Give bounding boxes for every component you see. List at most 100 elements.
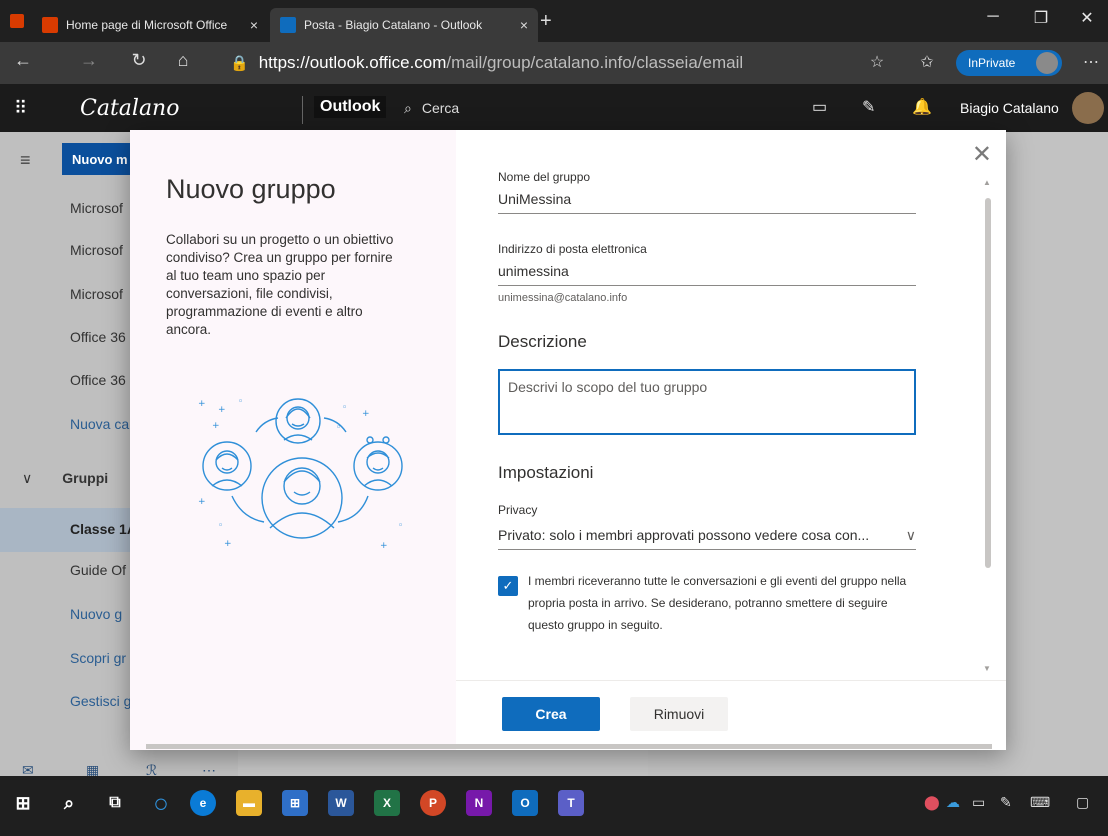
tab-close-icon[interactable]: ×: [520, 17, 528, 33]
chevron-down-icon: ∨: [905, 527, 916, 543]
user-avatar[interactable]: [1072, 92, 1104, 124]
inprivate-badge[interactable]: InPrivate: [956, 50, 1062, 76]
horizontal-scrollbar[interactable]: [146, 744, 992, 749]
bell-icon[interactable]: 🔔: [912, 97, 932, 117]
search-placeholder: Cerca: [421, 100, 460, 116]
search-icon[interactable]: ⌕: [56, 790, 82, 816]
org-logo: Catalano: [80, 96, 180, 121]
task-view-icon[interactable]: ⧉: [102, 790, 128, 816]
dialog-description: Collabori su un progetto o un obiettivo …: [166, 232, 394, 337]
follow-setting: ✓ I membri riceveranno tutte le conversa…: [498, 570, 916, 636]
new-group-link[interactable]: Nuovo g: [70, 606, 122, 622]
group-name-label: Nome del gruppo: [498, 170, 591, 184]
remove-button[interactable]: Rimuovi: [630, 697, 728, 731]
powerpoint-icon[interactable]: P: [420, 790, 446, 816]
close-window-button[interactable]: ✕: [1064, 8, 1108, 28]
close-dialog-icon[interactable]: ✕: [972, 140, 992, 169]
new-category-link[interactable]: Nuova ca: [70, 416, 129, 432]
folder-item[interactable]: Microsof: [70, 200, 123, 216]
follow-checkbox[interactable]: ✓: [498, 576, 518, 596]
svg-text:+: +: [212, 421, 220, 431]
office-tab-icon: [42, 17, 58, 33]
settings-heading: Impostazioni: [498, 463, 594, 482]
app-launcher-icon[interactable]: ⠿: [14, 98, 27, 119]
hamburger-icon[interactable]: ≡: [20, 150, 31, 171]
url-host: https://outlook.office.com: [258, 53, 447, 72]
notifications-icon[interactable]: ▢: [1076, 794, 1089, 811]
new-tab-button[interactable]: +: [540, 10, 552, 33]
onedrive-tray-icon[interactable]: ☁: [946, 794, 960, 811]
url-path: /mail/group/catalano.info/classeia/email: [446, 53, 744, 72]
scroll-up-arrow[interactable]: ▲: [983, 178, 991, 187]
file-explorer-icon[interactable]: ▬: [236, 790, 262, 816]
tab-label: Home page di Microsoft Office: [66, 18, 228, 32]
cortana-icon[interactable]: ○: [148, 788, 174, 818]
network-tray-icon[interactable]: ▭: [972, 794, 985, 811]
product-name[interactable]: Outlook: [314, 96, 387, 118]
scroll-down-arrow[interactable]: ▼: [983, 664, 991, 673]
module-switcher: ✉ ▦ ℛ ⋯: [0, 746, 238, 778]
refresh-button[interactable]: ↻: [124, 50, 154, 71]
keyboard-tray-icon[interactable]: ⌨: [1030, 794, 1050, 811]
teams-chat-icon[interactable]: ▭: [812, 97, 827, 117]
teams-icon[interactable]: T: [558, 790, 584, 816]
outlook-icon[interactable]: O: [512, 790, 538, 816]
svg-text:+: +: [218, 405, 226, 415]
favorites-icon[interactable]: ✩: [912, 52, 942, 72]
excel-icon[interactable]: X: [374, 790, 400, 816]
edge-icon[interactable]: e: [190, 790, 216, 816]
email-hint: unimessina@catalano.info: [498, 292, 628, 304]
dialog-title: Nuovo gruppo: [166, 174, 336, 204]
folder-item[interactable]: Microsof: [70, 242, 123, 258]
home-button[interactable]: ⌂: [168, 50, 198, 71]
forward-button[interactable]: →: [74, 50, 104, 71]
svg-text:◦: ◦: [336, 423, 341, 433]
search-icon: ⌕: [404, 99, 412, 116]
minimize-button[interactable]: ─: [970, 8, 1016, 26]
search-box[interactable]: ⌕ Cerca: [404, 92, 794, 124]
url-field[interactable]: 🔒 https://outlook.office.com/mail/group/c…: [230, 53, 743, 73]
group-item[interactable]: Guide Of: [70, 562, 126, 578]
user-name[interactable]: Biagio Catalano: [960, 100, 1059, 116]
svg-text:+: +: [224, 539, 232, 549]
svg-text:◦: ◦: [218, 521, 223, 531]
outlook-tab-icon: [280, 17, 296, 33]
description-heading: Descrizione: [498, 332, 587, 351]
back-button[interactable]: ←: [8, 50, 38, 71]
discover-groups-link[interactable]: Scopri gr: [70, 650, 126, 666]
folder-item[interactable]: Office 36: [70, 372, 126, 388]
group-name-input[interactable]: UniMessina: [498, 184, 916, 214]
restore-button[interactable]: ❐: [1018, 8, 1064, 28]
follow-text: I membri riceveranno tutte le conversazi…: [528, 574, 907, 632]
svg-text:+: +: [362, 409, 370, 419]
folder-item[interactable]: Microsof: [70, 286, 123, 302]
tab-office-home[interactable]: Home page di Microsoft Office ×: [32, 8, 268, 42]
create-button[interactable]: Crea: [502, 697, 600, 731]
word-icon[interactable]: W: [328, 790, 354, 816]
start-icon[interactable]: ⊞: [10, 790, 36, 816]
tab-outlook[interactable]: Posta - Biagio Catalano - Outlook ×: [270, 8, 538, 42]
privacy-label: Privacy: [498, 503, 538, 517]
security-tray-icon[interactable]: ⬤: [924, 794, 940, 811]
folder-item[interactable]: Office 36: [70, 329, 126, 345]
dialog-footer: Crea Rimuovi: [456, 680, 1006, 750]
description-textarea[interactable]: Descrivi lo scopo del tuo gruppo: [498, 369, 916, 435]
store-icon[interactable]: ⊞: [282, 790, 308, 816]
tab-close-icon[interactable]: ×: [250, 17, 258, 33]
pen-tray-icon[interactable]: ✎: [1000, 794, 1012, 811]
dialog-intro-panel: Nuovo gruppo Collabori su un progetto o …: [130, 130, 456, 750]
group-people-illustration: ++◦ +◦+ ◦+◦ +◦+: [198, 397, 403, 551]
groups-label: Gruppi: [62, 470, 109, 486]
todo-icon[interactable]: ✎: [862, 97, 875, 117]
onenote-icon[interactable]: N: [466, 790, 492, 816]
more-icon[interactable]: ⋯: [1076, 52, 1106, 72]
favorite-star-icon[interactable]: ☆: [862, 52, 892, 72]
manage-groups-link[interactable]: Gestisci g: [70, 693, 131, 709]
svg-text:+: +: [380, 541, 388, 551]
email-input[interactable]: unimessina: [498, 256, 916, 286]
groups-header[interactable]: ∨ Gruppi: [22, 470, 108, 487]
lock-icon: 🔒: [230, 55, 249, 72]
office-icon: [10, 14, 24, 28]
dialog-scrollbar[interactable]: [985, 198, 991, 568]
privacy-dropdown[interactable]: Privato: solo i membri approvati possono…: [498, 521, 916, 550]
